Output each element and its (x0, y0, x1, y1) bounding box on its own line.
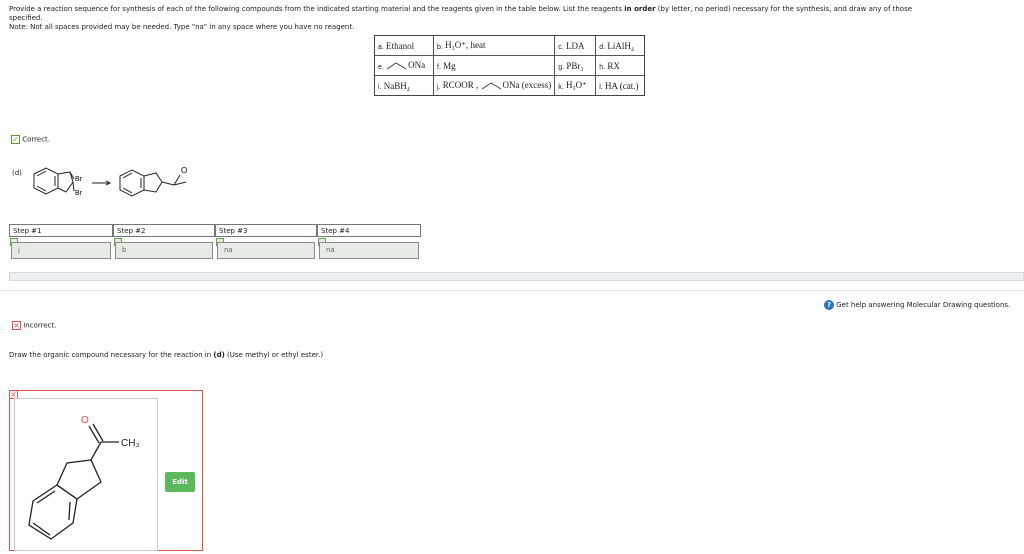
step-4-header: Step #4 (317, 224, 421, 237)
reagent-e: e. ONa (374, 55, 434, 76)
reagent-i: i. NaBH₄ (374, 75, 434, 96)
instructions: Provide a reaction sequence for synthesi… (9, 5, 1019, 32)
answer-divider-bar (9, 272, 1024, 281)
reagent-h: h. RX (595, 55, 646, 76)
oxygen-label: O (81, 415, 89, 426)
question-icon: ? (824, 300, 834, 310)
instructions-note: Note: Not all spaces provided may be nee… (9, 23, 355, 31)
molecule-drawing: O CH₃ (28, 415, 140, 540)
ethoxide-chain-icon (481, 82, 501, 90)
ethoxide-chain-icon (386, 62, 407, 70)
instructions-line1: Provide a reaction sequence for synthesi… (9, 5, 623, 13)
step-grid: Step #1 Step #2 Step #3 Step #4 j b na n… (9, 224, 424, 264)
help-link-text: Get help answering Molecular Drawing que… (836, 301, 1011, 309)
instructions-line2: specified. (9, 14, 43, 22)
bromine-label-2: Br (75, 190, 83, 197)
bromine-label-1: Br (75, 176, 83, 183)
step-2-header: Step #2 (113, 224, 215, 237)
edit-button[interactable]: Edit (165, 472, 195, 492)
correct-status: ✓ Correct. (11, 135, 50, 145)
incorrect-label: Incorrect. (23, 321, 57, 330)
reagent-a: a. Ethanol (374, 35, 434, 56)
reagent-b: b. H₃O⁺, heat (432, 35, 556, 56)
help-link[interactable]: ? Get help answering Molecular Drawing q… (824, 300, 1010, 310)
step-3-input[interactable]: na (217, 242, 315, 259)
close-icon: × (12, 321, 21, 330)
reagent-table: a. Ethanol b. H₃O⁺, heat c. LDA d. LiAlH… (374, 35, 646, 96)
instructions-emphasis: in order (624, 5, 656, 13)
step-3-header: Step #3 (215, 224, 317, 237)
incorrect-status: × Incorrect. (12, 321, 56, 331)
prompt-text: Draw the organic compound necessary for … (9, 351, 212, 359)
step-1-input[interactable]: j (11, 242, 111, 259)
reagent-j: j. RCOOR , ONa (excess) (432, 75, 556, 96)
section-separator (0, 290, 1024, 291)
reagent-k: k. H₃O⁺ (554, 75, 597, 96)
prompt-part-label: (d) (213, 351, 225, 359)
benzene-ring (33, 167, 59, 195)
reagent-c: c. LDA (554, 35, 597, 56)
correct-label: Correct. (22, 135, 51, 144)
checkmark-icon: ✓ (11, 135, 20, 144)
molecule-canvas[interactable]: O CH₃ (14, 398, 158, 551)
cyclopentane-ring (57, 171, 74, 193)
reagent-l: l. HA (cat.) (595, 75, 646, 96)
methyl-label: CH₃ (121, 438, 140, 449)
carbonyl-oxygen-label: O (181, 166, 187, 175)
reagent-g: g. PBr₃ (554, 55, 597, 76)
prompt-hint: (Use methyl or ethyl ester.) (227, 351, 324, 359)
step-4-input[interactable]: na (319, 242, 419, 259)
step-2-input[interactable]: b (115, 242, 213, 259)
instructions-line1-tail: (by letter, no period) necessary for the… (657, 5, 913, 13)
reaction-scheme: Br Br O (33, 166, 187, 197)
drawing-prompt: Draw the organic compound necessary for … (9, 351, 323, 360)
reagent-f: f. Mg (432, 55, 556, 76)
step-1-header: Step #1 (9, 224, 113, 237)
reagent-d: d. LiAlH₄ (595, 35, 646, 56)
